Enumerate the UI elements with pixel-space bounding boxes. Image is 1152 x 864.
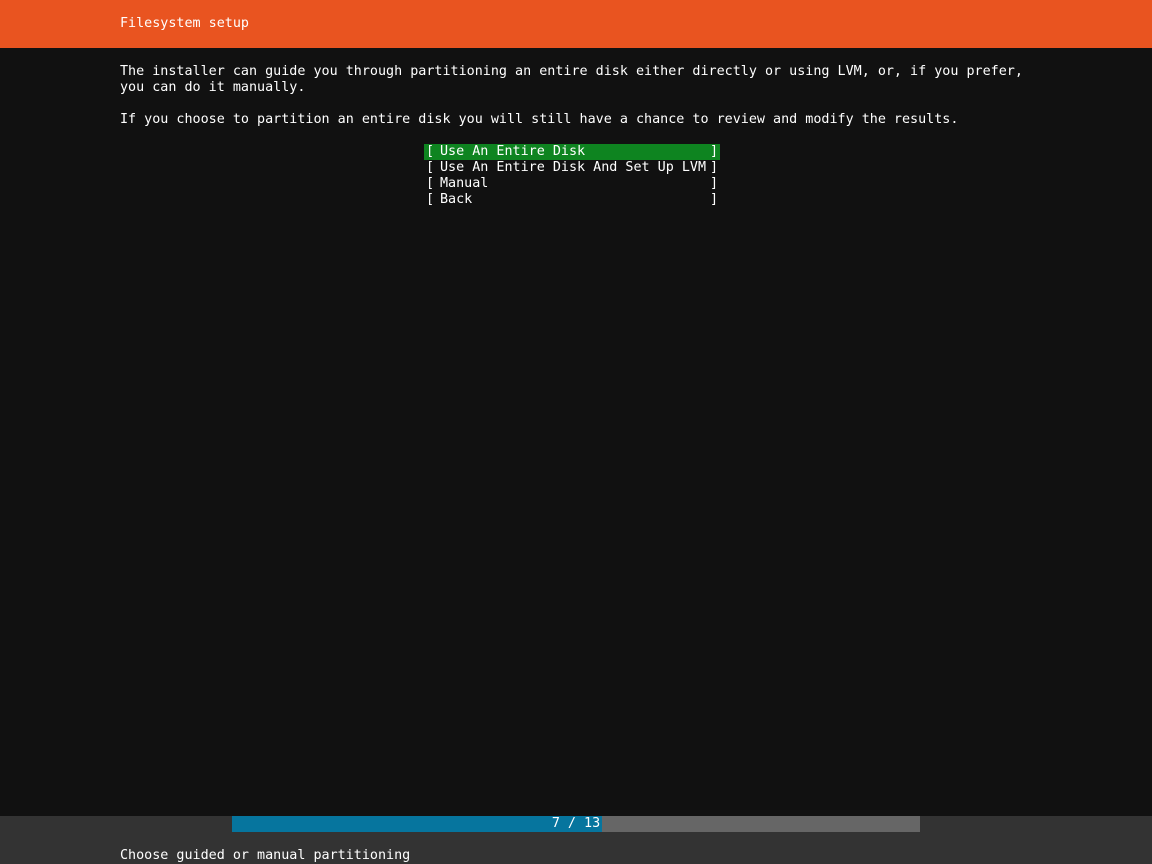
bracket-open: [ xyxy=(426,176,435,191)
back-button[interactable]: [ Back ] xyxy=(424,192,720,208)
partition-options-menu: [ Use An Entire Disk ] [ Use An Entire D… xyxy=(424,144,720,208)
bracket-close: ] xyxy=(709,176,718,191)
menu-item-label: Manual xyxy=(440,176,489,191)
bracket-open: [ xyxy=(426,144,435,159)
bracket-close: ] xyxy=(709,192,718,207)
bracket-close: ] xyxy=(709,160,718,175)
progress-label: 7 / 13 xyxy=(551,816,601,831)
progress-bar: 7 / 13 xyxy=(232,816,920,832)
manual-button[interactable]: [ Manual ] xyxy=(424,176,720,192)
use-entire-disk-button[interactable]: [ Use An Entire Disk ] xyxy=(424,144,720,160)
menu-item-label: Use An Entire Disk And Set Up LVM xyxy=(440,160,707,175)
header-bar: Filesystem setup xyxy=(0,0,1152,48)
footer-bar: 7 / 13 Choose guided or manual partition… xyxy=(0,816,1152,864)
bracket-open: [ xyxy=(426,192,435,207)
bracket-close: ] xyxy=(709,144,718,159)
page-title: Filesystem setup xyxy=(120,16,249,31)
intro-text: The installer can guide you through part… xyxy=(120,64,1023,127)
use-entire-disk-lvm-button[interactable]: [ Use An Entire Disk And Set Up LVM ] xyxy=(424,160,720,176)
menu-item-label: Back xyxy=(440,192,473,207)
menu-item-label: Use An Entire Disk xyxy=(440,144,586,159)
help-text: Choose guided or manual partitioning xyxy=(120,848,411,863)
bracket-open: [ xyxy=(426,160,435,175)
